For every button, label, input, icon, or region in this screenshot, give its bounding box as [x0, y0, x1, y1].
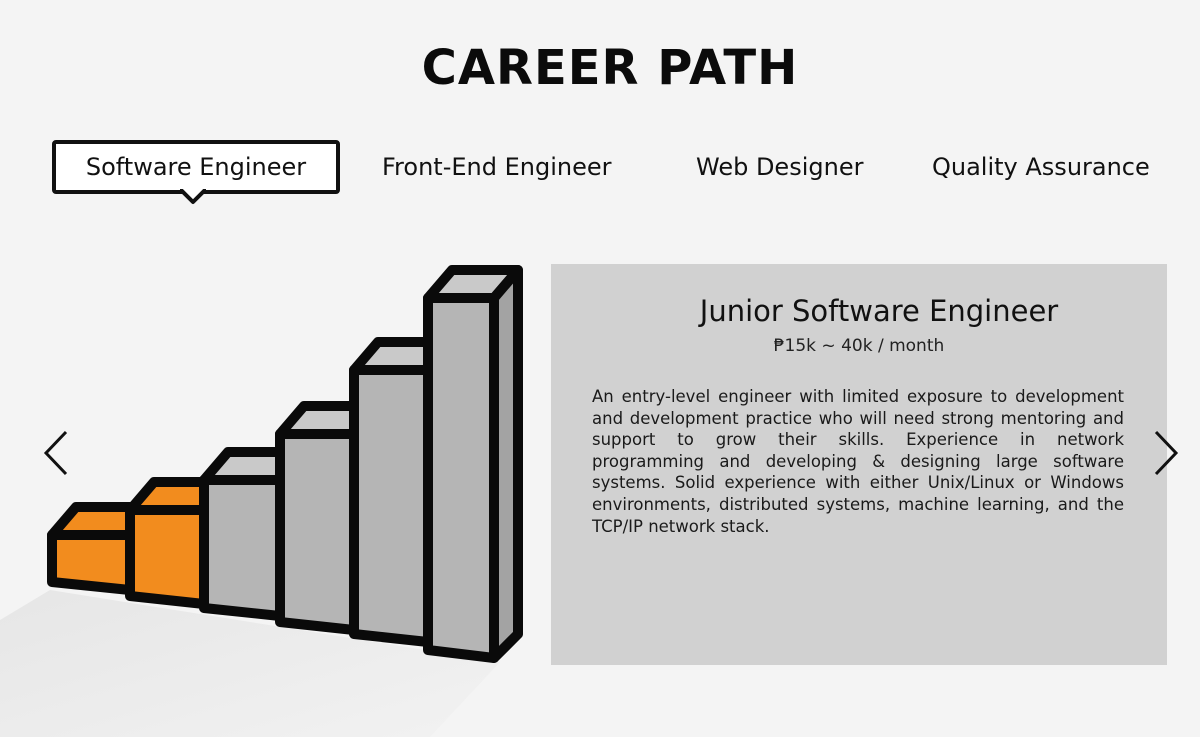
steps-group: [47, 265, 523, 663]
chevron-right-icon[interactable]: [1150, 428, 1180, 478]
card-description: An entry-level engineer with limited exp…: [592, 387, 1124, 536]
chevron-left-icon[interactable]: [42, 428, 72, 478]
page-title: CAREER PATH: [421, 40, 799, 96]
step-6-side: [489, 265, 523, 663]
tab-software-engineer[interactable]: Software Engineer: [52, 140, 340, 194]
career-tabs: Software Engineer Front-End Engineer Web…: [0, 140, 1200, 210]
step-1: [47, 530, 135, 595]
step-6: [423, 293, 499, 663]
step-2: [125, 505, 209, 609]
career-steps-illustration: [0, 265, 523, 737]
step-3: [199, 475, 285, 621]
card-salary: ₱15k ~ 40k / month: [773, 336, 945, 356]
active-tab-pointer-icon: [180, 189, 206, 204]
step-4: [275, 429, 359, 635]
tab-front-end-engineer[interactable]: Front-End Engineer: [382, 140, 612, 194]
step-5: [349, 365, 433, 647]
tab-quality-assurance[interactable]: Quality Assurance: [932, 140, 1150, 194]
tab-web-designer[interactable]: Web Designer: [696, 140, 863, 194]
card-title: Junior Software Engineer: [699, 294, 1059, 328]
career-info-card: Junior Software Engineer ₱15k ~ 40k / mo…: [551, 264, 1167, 665]
